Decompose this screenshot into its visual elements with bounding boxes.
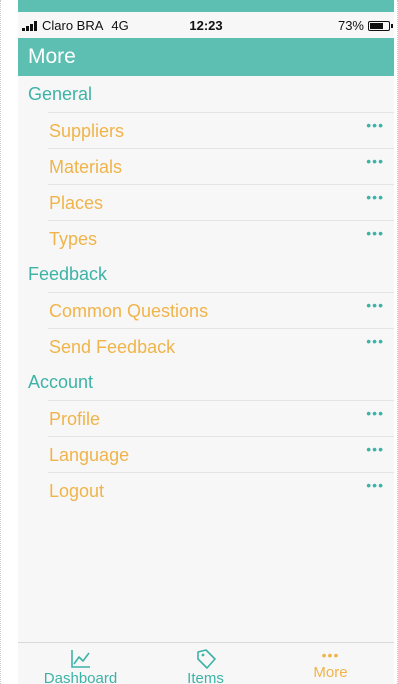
list-item-places[interactable]: Places ••• [48, 184, 394, 220]
tab-bar: Dashboard Items ••• More [18, 642, 394, 684]
list-item-common-questions[interactable]: Common Questions ••• [48, 292, 394, 328]
more-dots-icon: ••• [366, 477, 384, 493]
more-dots-icon: ••• [366, 153, 384, 169]
navigation-bar: More [18, 38, 394, 76]
tab-label-dashboard: Dashboard [43, 670, 118, 684]
more-dots-icon: ••• [366, 441, 384, 457]
section-header-account: Account [28, 372, 94, 392]
chart-line-icon [70, 650, 90, 668]
list-item-label: Types [49, 229, 98, 249]
battery-percent: 73% [337, 18, 364, 33]
screenshot-frame: Claro BRA 4G 12:23 73% More General Supp… [0, 0, 398, 684]
list-item-label: Send Feedback [49, 337, 176, 357]
status-right: 73% [337, 18, 393, 33]
tab-dashboard[interactable]: Dashboard [18, 643, 143, 684]
tag-icon [196, 649, 216, 669]
section-header-feedback: Feedback [28, 264, 108, 284]
more-dots-icon: ••• [366, 189, 384, 205]
list-item-types[interactable]: Types ••• [48, 220, 394, 256]
status-bar: Claro BRA 4G 12:23 73% [18, 12, 394, 38]
list-item-label: Logout [49, 481, 105, 501]
list-item-label: Profile [49, 409, 101, 429]
more-dots-icon: ••• [366, 333, 384, 349]
tab-items[interactable]: Items [143, 643, 268, 684]
list-item-materials[interactable]: Materials ••• [48, 148, 394, 184]
tab-label-more: More [313, 664, 348, 681]
more-dots-icon: ••• [366, 117, 384, 133]
list-item-label: Language [49, 445, 130, 465]
phone-screen: Claro BRA 4G 12:23 73% More General Supp… [18, 0, 394, 684]
list-item-label: Places [49, 193, 104, 213]
list-item-suppliers[interactable]: Suppliers ••• [48, 112, 394, 148]
battery-icon [368, 20, 393, 31]
tab-more[interactable]: ••• More [268, 643, 393, 684]
top-accent-strip [18, 0, 394, 12]
settings-list: General Suppliers ••• Materials ••• Plac… [18, 76, 394, 508]
more-dots-icon: ••• [366, 405, 384, 421]
list-item-language[interactable]: Language ••• [48, 436, 394, 472]
list-item-profile[interactable]: Profile ••• [48, 400, 394, 436]
more-dots-icon: ••• [366, 297, 384, 313]
list-item-label: Suppliers [49, 121, 125, 141]
list-item-send-feedback[interactable]: Send Feedback ••• [48, 328, 394, 364]
more-dots-icon: ••• [321, 647, 340, 663]
more-dots-icon: ••• [366, 225, 384, 241]
frame-border-left [0, 0, 1, 684]
section-header-general: General [28, 84, 93, 104]
page-title: More [28, 45, 76, 68]
list-item-logout[interactable]: Logout ••• [48, 472, 394, 508]
tab-label-items: Items [187, 670, 224, 684]
list-item-label: Common Questions [49, 301, 209, 321]
list-item-label: Materials [49, 157, 123, 177]
